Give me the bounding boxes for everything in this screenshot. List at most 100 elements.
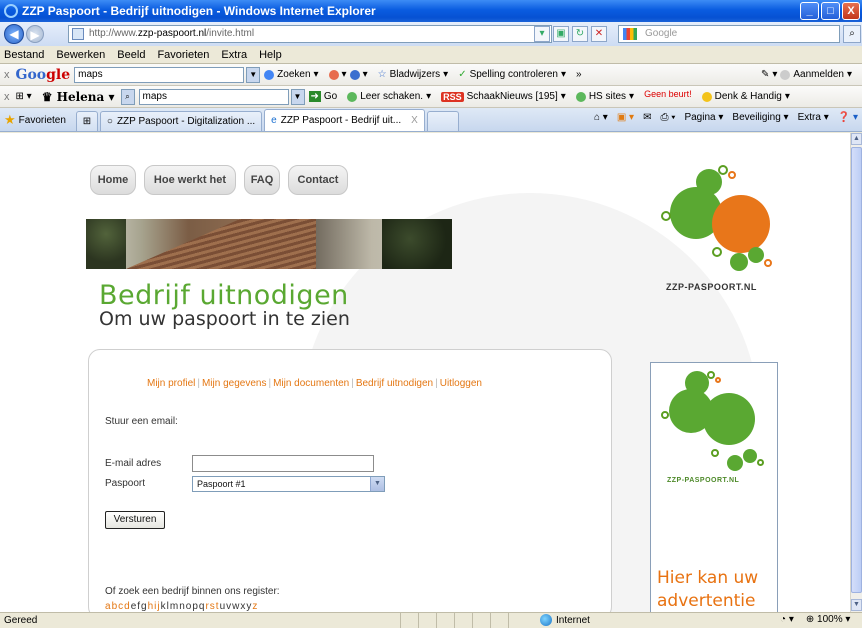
leer-link[interactable]: Leer schaken. ▾ <box>347 91 431 102</box>
close-button[interactable]: X <box>842 2 860 20</box>
logo-text: ZZP-PASPOORT.NL <box>666 282 757 292</box>
zoeken-button[interactable]: Zoeken ▾ <box>264 69 319 80</box>
go-button[interactable]: ➜ Go <box>308 91 337 102</box>
ad-line-2: advertentie <box>657 591 756 611</box>
dropdown-icon[interactable]: ▼ <box>290 88 305 105</box>
nav-faq[interactable]: FAQ <box>244 165 280 195</box>
back-button[interactable]: ◀ <box>4 24 24 44</box>
denk-link[interactable]: Denk & Handig ▾ <box>701 91 790 102</box>
subnav-bedrijf-uitnodigen[interactable]: Bedrijf uitnodigen <box>354 378 435 389</box>
tab-digitalization[interactable]: ○ ZZP Paspoort - Digitalization ... <box>99 111 263 131</box>
subnav-mijn-documenten[interactable]: Mijn documenten <box>271 378 351 389</box>
bladwijzers-label: Bladwijzers <box>389 69 441 80</box>
compatibility-icon[interactable]: ▣ <box>553 26 569 42</box>
menu-beeld[interactable]: Beeld <box>115 49 147 61</box>
beveiliging-menu[interactable]: Beveiliging ▾ <box>732 112 788 123</box>
tab-bedrijf-uitnodigen[interactable]: e ZZP Paspoort - Bedrijf uit... X <box>264 109 425 131</box>
subnav-mijn-gegevens[interactable]: Mijn gegevens <box>200 378 268 389</box>
more-button[interactable]: » <box>576 69 582 80</box>
dropdown-button[interactable]: ▾ <box>534 26 550 42</box>
minimize-button[interactable]: _ <box>800 2 819 20</box>
paspoort-select[interactable]: Paspoort #1 ▼ <box>192 476 385 492</box>
scroll-thumb[interactable] <box>851 147 862 593</box>
zoom-value: 100% <box>817 614 843 625</box>
google-search-input[interactable]: maps <box>74 66 245 83</box>
ad-logo-bubble <box>727 455 743 471</box>
extra-menu[interactable]: Extra ▾ <box>798 112 829 123</box>
window-titlebar: ZZP Paspoort - Bedrijf uitnodigen - Wind… <box>0 0 862 22</box>
stop-icon[interactable]: ✕ <box>591 26 607 42</box>
close-toolbar-icon[interactable]: x <box>4 69 10 81</box>
logo-part-2: gle <box>46 66 71 83</box>
pagina-menu[interactable]: Pagina ▾ <box>684 112 723 123</box>
quick-tabs-button[interactable]: ⊞ <box>75 111 98 131</box>
close-toolbar-icon[interactable]: x <box>4 91 10 103</box>
star-icon: ☆ <box>377 69 387 80</box>
mail-icon[interactable]: ✉ <box>643 112 651 123</box>
favorieten-label: Favorieten <box>18 114 66 126</box>
alphabet-letter-z[interactable]: z <box>252 601 258 612</box>
menu-extra[interactable]: Extra <box>219 49 249 61</box>
email-label: E-mail adres <box>105 458 162 469</box>
banner-tree-left <box>86 219 126 269</box>
print-icon[interactable]: ⎙ ▾ <box>660 112 675 123</box>
email-field[interactable] <box>192 455 374 472</box>
leer-label: Leer schaken. <box>360 91 424 102</box>
paspoort-label: Paspoort <box>105 478 146 489</box>
header-banner-image <box>86 219 452 269</box>
zoom-control[interactable]: ◔ ▾ ⊕ 100% ▾ <box>780 614 850 625</box>
dropdown-icon[interactable]: ▼ <box>246 66 261 83</box>
bladwijzers-button[interactable]: ☆ Bladwijzers ▾ <box>378 69 449 80</box>
schaak-link[interactable]: RSS SchaakNieuws [195] ▾ <box>441 91 566 102</box>
logo-part-1: Goo <box>15 66 47 83</box>
security-zone[interactable]: Internet <box>540 614 590 626</box>
star-icon: ★ <box>4 112 16 127</box>
vertical-scrollbar[interactable]: ▲ ▼ <box>850 133 862 612</box>
hs-link[interactable]: HS sites ▾ <box>575 91 634 102</box>
ad-logo-bubble <box>707 371 715 379</box>
logo-bubble <box>661 211 671 221</box>
search-engine-icon[interactable]: ⌕ <box>120 88 135 105</box>
nav-hoe-werkt-het[interactable]: Hoe werkt het <box>144 165 236 195</box>
helena-button[interactable]: ♛ Helena ▾ <box>42 90 115 104</box>
help-icon[interactable]: ❓ ▾ <box>838 112 858 123</box>
url-domain: zzp-paspoort.nl <box>137 28 207 39</box>
subnav-mijn-profiel[interactable]: Mijn profiel <box>145 378 197 389</box>
spelling-button[interactable]: ✓ Spelling controleren ▾ <box>458 69 566 80</box>
ad-logo-bubble <box>661 411 669 419</box>
home-icon[interactable]: ⌂ ▾ <box>594 112 608 123</box>
maximize-button[interactable]: □ <box>821 2 840 20</box>
options-icon[interactable]: ⊞ ▾ <box>16 91 32 102</box>
menu-bar: Bestand Bewerken Beeld Favorieten Extra … <box>0 46 862 64</box>
scroll-up-icon[interactable]: ▲ <box>851 133 862 145</box>
menu-bewerken[interactable]: Bewerken <box>54 49 107 61</box>
scroll-down-icon[interactable]: ▼ <box>851 599 862 611</box>
close-tab-icon[interactable]: X <box>411 115 418 126</box>
nav-contact[interactable]: Contact <box>288 165 348 195</box>
feeds-icon[interactable]: ▣ ▾ <box>617 112 634 123</box>
aanmelden-button[interactable]: ✎ ▾ Aanmelden ▾ <box>761 69 852 80</box>
tools-button[interactable]: ▾ ▾ <box>328 69 368 80</box>
menu-bestand[interactable]: Bestand <box>2 49 46 61</box>
subnav-uitloggen[interactable]: Uitloggen <box>438 378 484 389</box>
menu-help[interactable]: Help <box>257 49 284 61</box>
advertisement-box[interactable]: ZZP-PASPOORT.NL Hier kan uw advertentie <box>650 362 778 612</box>
search-input[interactable]: Google <box>618 25 840 43</box>
globe-icon <box>540 614 552 626</box>
search-icon[interactable]: ⌕ <box>843 25 861 43</box>
menu-favorieten[interactable]: Favorieten <box>155 49 211 61</box>
url-input[interactable]: http://www.zzp-paspoort.nl/invite.html <box>68 25 552 43</box>
window-title: ZZP Paspoort - Bedrijf uitnodigen - Wind… <box>22 4 376 18</box>
address-buttons: ▾ ▣ ↻ ✕ <box>534 26 607 42</box>
logo-bubble <box>748 247 764 263</box>
favorieten-button[interactable]: ★ Favorieten <box>4 109 66 131</box>
forward-button[interactable]: ▶ <box>26 25 44 43</box>
new-tab-button[interactable] <box>426 111 459 131</box>
spelling-label: Spelling controleren <box>469 69 558 80</box>
helena-label: Helena <box>56 89 105 104</box>
refresh-icon[interactable]: ↻ <box>572 26 588 42</box>
versturen-button[interactable]: Versturen <box>105 511 165 529</box>
helena-search-input[interactable]: maps <box>138 88 289 105</box>
tab-label: ZZP Paspoort - Bedrijf uit... <box>280 115 402 126</box>
nav-home[interactable]: Home <box>90 165 136 195</box>
